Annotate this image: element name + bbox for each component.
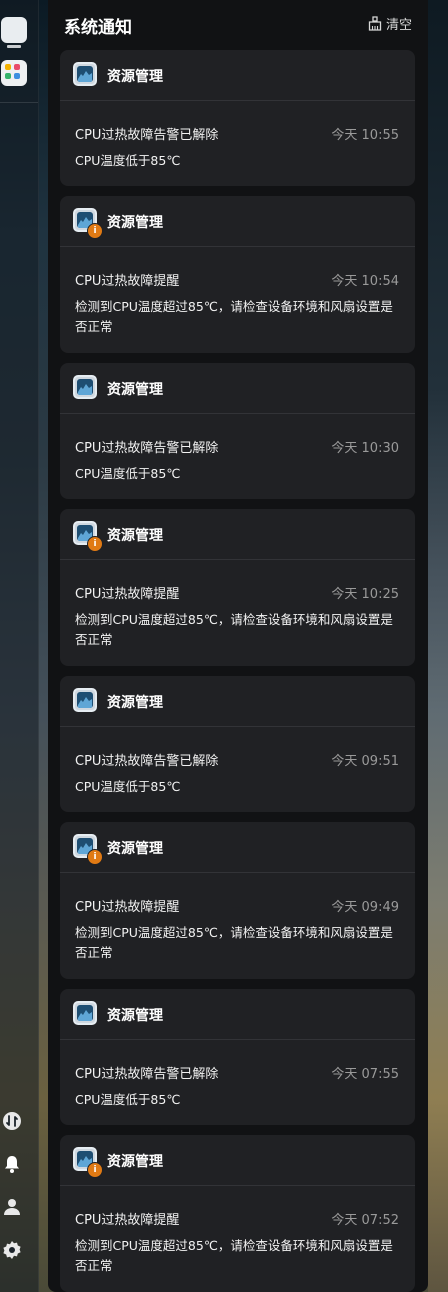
notification-app-name: 资源管理 — [107, 215, 163, 231]
panel-header: 系统通知 清空 — [48, 0, 428, 48]
notification-description: 检测到CPU温度超过85℃，请检查设备环境和风扇设置是否正常 — [75, 1238, 393, 1273]
resource-manager-app-icon — [73, 375, 97, 399]
resource-manager-app-icon — [73, 688, 97, 712]
warning-badge-icon: i — [87, 536, 103, 552]
notification-title: CPU过热故障告警已解除 — [75, 441, 219, 456]
notification-card[interactable]: i 资源管理 CPU过热故障提醒 今天 10:25 检测到CPU温度超过85℃，… — [60, 509, 415, 666]
notification-card[interactable]: 资源管理 CPU过热故障告警已解除 今天 07:55 CPU温度低于85℃ — [60, 989, 415, 1125]
notification-time: 今天 07:55 — [331, 1067, 399, 1082]
palette-dot — [5, 64, 11, 70]
gear-icon[interactable] — [1, 1239, 23, 1261]
panel-title: 系统通知 — [64, 18, 132, 38]
notification-header: i 资源管理 — [60, 822, 415, 873]
notification-app-name: 资源管理 — [107, 1008, 163, 1024]
notification-title: CPU过热故障提醒 — [75, 1213, 180, 1228]
warning-badge-icon: i — [87, 849, 103, 865]
notification-header: 资源管理 — [60, 989, 415, 1040]
notification-app-name: 资源管理 — [107, 841, 163, 857]
broom-icon — [368, 16, 382, 31]
notification-time: 今天 07:52 — [331, 1213, 399, 1228]
notification-time: 今天 09:51 — [331, 754, 399, 769]
notification-header: 资源管理 — [60, 50, 415, 101]
notification-title: CPU过热故障告警已解除 — [75, 128, 219, 143]
palette-dot — [14, 64, 20, 70]
notification-header: 资源管理 — [60, 676, 415, 727]
notification-time: 今天 10:55 — [331, 128, 399, 143]
dock-divider — [0, 102, 38, 103]
notification-time: 今天 10:25 — [331, 587, 399, 602]
notification-card[interactable]: i 资源管理 CPU过热故障提醒 今天 07:52 检测到CPU温度超过85℃，… — [60, 1135, 415, 1292]
monitor-app-icon[interactable] — [1, 17, 27, 48]
notification-title: CPU过热故障提醒 — [75, 587, 180, 602]
dock — [0, 0, 39, 1292]
warning-badge-icon: i — [87, 223, 103, 239]
resource-manager-app-icon — [73, 1001, 97, 1025]
notification-card[interactable]: 资源管理 CPU过热故障告警已解除 今天 10:55 CPU温度低于85℃ — [60, 50, 415, 186]
notification-card[interactable]: 资源管理 CPU过热故障告警已解除 今天 10:30 CPU温度低于85℃ — [60, 363, 415, 499]
notification-app-name: 资源管理 — [107, 528, 163, 544]
notification-app-name: 资源管理 — [107, 382, 163, 398]
notification-card[interactable]: i 资源管理 CPU过热故障提醒 今天 09:49 检测到CPU温度超过85℃，… — [60, 822, 415, 979]
clear-label: 清空 — [385, 18, 412, 33]
notification-panel: 系统通知 清空 资源管理 CPU过热故障告警已解除 今天 10:55 CPU温度… — [48, 0, 428, 1292]
notification-description: CPU温度低于85℃ — [75, 153, 181, 168]
notification-header: i 资源管理 — [60, 1135, 415, 1186]
resource-manager-app-icon — [73, 62, 97, 86]
notification-time: 今天 09:49 — [331, 900, 399, 915]
palette-app-icon[interactable] — [1, 60, 27, 86]
notification-header: i 资源管理 — [60, 196, 415, 247]
notification-description: 检测到CPU温度超过85℃，请检查设备环境和风扇设置是否正常 — [75, 925, 393, 960]
transfer-icon[interactable] — [1, 1110, 23, 1132]
palette-dot — [5, 73, 11, 79]
notification-title: CPU过热故障提醒 — [75, 274, 180, 289]
notification-card[interactable]: 资源管理 CPU过热故障告警已解除 今天 09:51 CPU温度低于85℃ — [60, 676, 415, 812]
notification-title: CPU过热故障告警已解除 — [75, 1067, 219, 1082]
notification-app-name: 资源管理 — [107, 69, 163, 85]
notification-title: CPU过热故障提醒 — [75, 900, 180, 915]
notification-app-name: 资源管理 — [107, 1154, 163, 1170]
notification-description: 检测到CPU温度超过85℃，请检查设备环境和风扇设置是否正常 — [75, 299, 393, 334]
notification-description: 检测到CPU温度超过85℃，请检查设备环境和风扇设置是否正常 — [75, 612, 393, 647]
notification-description: CPU温度低于85℃ — [75, 779, 181, 794]
user-icon[interactable] — [1, 1196, 23, 1218]
notification-description: CPU温度低于85℃ — [75, 1092, 181, 1107]
bell-icon[interactable] — [1, 1153, 23, 1175]
notification-title: CPU过热故障告警已解除 — [75, 754, 219, 769]
warning-badge-icon: i — [87, 1162, 103, 1178]
notification-card[interactable]: i 资源管理 CPU过热故障提醒 今天 10:54 检测到CPU温度超过85℃，… — [60, 196, 415, 353]
notification-header: i 资源管理 — [60, 509, 415, 560]
notification-header: 资源管理 — [60, 363, 415, 414]
notification-app-name: 资源管理 — [107, 695, 163, 711]
clear-button[interactable]: 清空 — [368, 14, 412, 33]
desktop-wallpaper — [428, 0, 448, 1292]
notification-time: 今天 10:54 — [331, 274, 399, 289]
notification-description: CPU温度低于85℃ — [75, 466, 181, 481]
palette-dot — [14, 73, 20, 79]
notification-time: 今天 10:30 — [331, 441, 399, 456]
